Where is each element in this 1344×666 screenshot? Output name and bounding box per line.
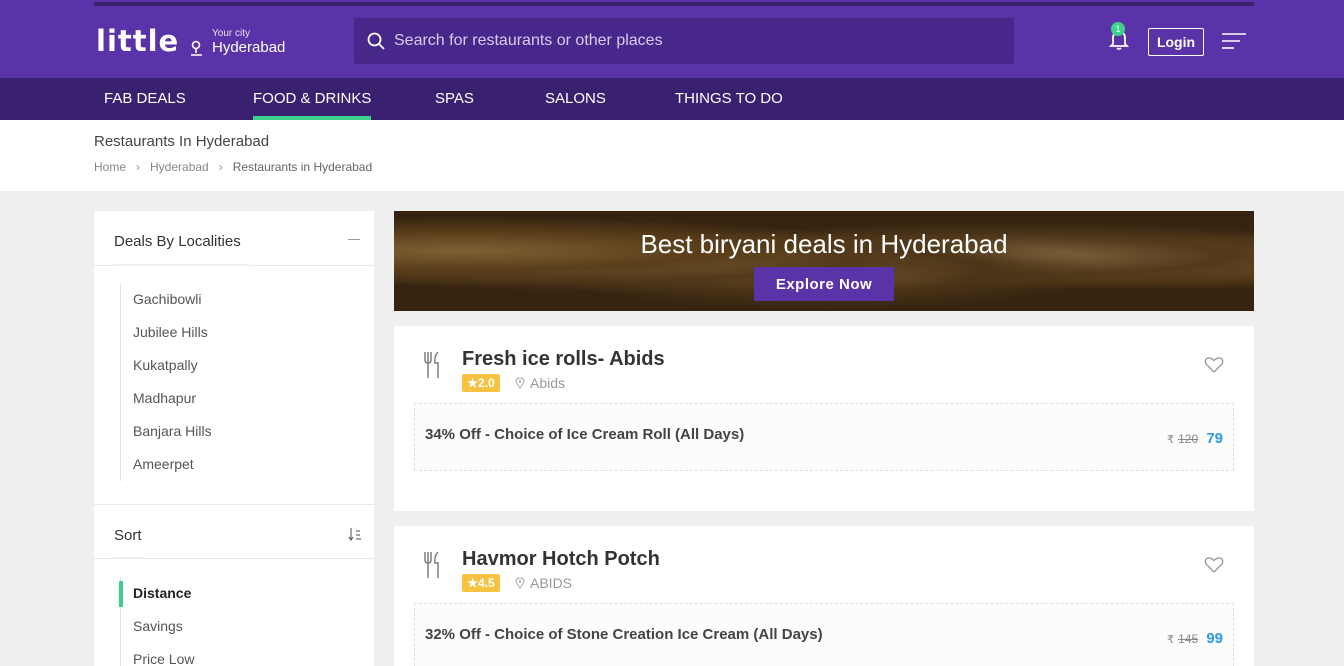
locality-name: ABIDS	[530, 575, 573, 591]
locality-item-ameerpet[interactable]: Ameerpet	[121, 448, 212, 481]
tab-food-drinks[interactable]: FOOD & DRINKS	[253, 78, 372, 120]
search-input[interactable]	[394, 32, 994, 50]
city-selector[interactable]: Your city Hyderabad	[188, 28, 285, 57]
promo-banner[interactable]: Best biryani deals in Hyderabad Explore …	[394, 211, 1254, 311]
hamburger-menu-icon[interactable]	[1222, 32, 1246, 50]
restaurant-icon	[424, 351, 439, 378]
locality-item-kukatpally[interactable]: Kukatpally	[121, 349, 212, 382]
login-button[interactable]: Login	[1148, 28, 1204, 56]
filter-sidebar: Deals By Localities Gachibowli Jubilee H…	[94, 211, 374, 666]
sort-title-underline	[114, 557, 144, 559]
rating-badge: ★4.5	[462, 574, 500, 592]
banner-title: Best biryani deals in Hyderabad	[640, 229, 1008, 259]
collapse-icon[interactable]	[348, 239, 360, 240]
locality-item-jubilee-hills[interactable]: Jubilee Hills	[121, 316, 212, 349]
locality-name: Abids	[530, 375, 566, 391]
explore-now-button[interactable]: Explore Now	[754, 267, 894, 301]
sort-option-price-low[interactable]: Price Low	[121, 643, 194, 666]
deal-price: ₹ 120 79	[1167, 430, 1223, 447]
original-price: 145	[1178, 632, 1199, 646]
search-bar[interactable]	[354, 18, 1014, 64]
heart-icon[interactable]	[1204, 356, 1224, 374]
logo[interactable]: little	[96, 24, 179, 58]
location-pin-icon	[515, 377, 525, 389]
deal-description: 34% Off - Choice of Ice Cream Roll (All …	[425, 426, 745, 443]
notification-badge: 1	[1111, 22, 1125, 36]
breadcrumb-current: Restaurants in Hyderabad	[232, 160, 373, 174]
rating-badge: ★2.0	[462, 374, 500, 392]
breadcrumb-bar: Restaurants In Hyderabad Home › Hyderaba…	[0, 120, 1344, 191]
tab-spas[interactable]: SPAS	[435, 78, 474, 120]
restaurant-name[interactable]: Havmor Hotch Potch	[462, 548, 660, 571]
localities-header[interactable]: Deals By Localities	[94, 211, 374, 266]
discounted-price: 99	[1206, 630, 1223, 647]
city-name: Hyderabad	[212, 39, 286, 56]
heart-icon[interactable]	[1204, 556, 1224, 574]
discounted-price: 79	[1206, 430, 1223, 447]
header: little Your city Hyderabad 1 Login	[0, 6, 1344, 78]
currency-symbol: ₹	[1166, 434, 1174, 446]
restaurant-locality: Abids	[514, 374, 565, 392]
category-nav: FAB DEALS FOOD & DRINKS SPAS SALONS THIN…	[0, 78, 1344, 120]
restaurant-card[interactable]: Havmor Hotch Potch ★4.5 ABIDS 32% Off - …	[394, 526, 1254, 666]
restaurant-card[interactable]: Fresh ice rolls- Abids ★2.0 Abids 34% Of…	[394, 326, 1254, 511]
sort-icon[interactable]	[348, 527, 362, 541]
page-title: Restaurants In Hyderabad	[94, 133, 270, 150]
localities-title: Deals By Localities	[114, 233, 241, 250]
search-icon	[367, 32, 385, 50]
city-caption: Your city	[212, 28, 250, 39]
restaurant-name[interactable]: Fresh ice rolls- Abids	[462, 348, 665, 371]
localities-list: Gachibowli Jubilee Hills Kukatpally Madh…	[120, 283, 212, 481]
sort-options: Distance Savings Price Low	[118, 577, 194, 666]
deal-row[interactable]: 32% Off - Choice of Stone Creation Ice C…	[414, 603, 1234, 666]
deal-row[interactable]: 34% Off - Choice of Ice Cream Roll (All …	[414, 403, 1234, 471]
tab-things-to-do[interactable]: THINGS TO DO	[675, 78, 783, 120]
locality-item-banjara-hills[interactable]: Banjara Hills	[121, 415, 212, 448]
breadcrumb-separator: ›	[218, 160, 223, 174]
deal-price: ₹ 145 99	[1167, 630, 1223, 647]
breadcrumb-separator: ›	[136, 160, 141, 174]
tab-fab-deals[interactable]: FAB DEALS	[104, 78, 186, 120]
sort-title: Sort	[114, 527, 142, 544]
sort-header[interactable]: Sort	[94, 504, 374, 559]
breadcrumb-city[interactable]: Hyderabad	[150, 160, 209, 174]
location-pin-icon	[515, 577, 525, 589]
restaurant-icon	[424, 551, 439, 578]
tab-salons[interactable]: SALONS	[545, 78, 606, 120]
location-pin-icon	[191, 40, 202, 56]
deal-description: 32% Off - Choice of Stone Creation Ice C…	[425, 626, 823, 643]
locality-item-madhapur[interactable]: Madhapur	[121, 382, 212, 415]
currency-symbol: ₹	[1166, 634, 1174, 646]
breadcrumb-home[interactable]: Home	[94, 160, 126, 174]
restaurant-locality: ABIDS	[514, 574, 572, 592]
sort-option-savings[interactable]: Savings	[121, 610, 194, 643]
original-price: 120	[1178, 432, 1199, 446]
locality-item-gachibowli[interactable]: Gachibowli	[121, 283, 212, 316]
sort-option-distance[interactable]: Distance	[118, 577, 194, 610]
localities-title-underline	[114, 264, 250, 266]
breadcrumb: Home › Hyderabad › Restaurants in Hydera…	[94, 160, 382, 174]
